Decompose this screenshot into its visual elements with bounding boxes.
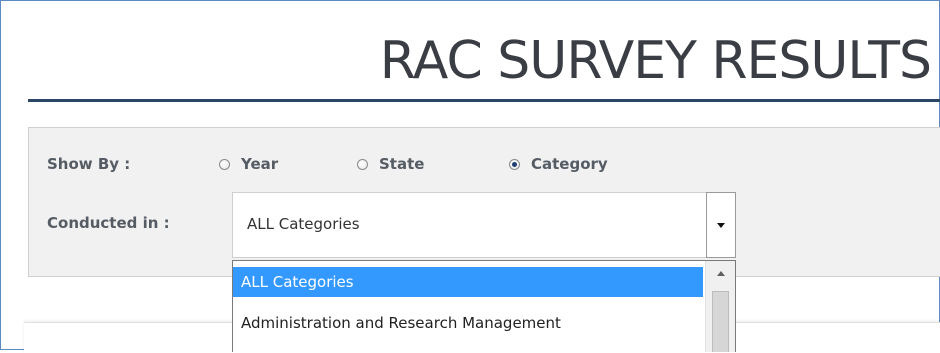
dropdown-scrollbar[interactable]	[705, 261, 735, 352]
scroll-up-button[interactable]	[706, 261, 735, 285]
conducted-in-selected-value: ALL Categories	[247, 215, 360, 233]
show-by-label: Show By :	[47, 155, 131, 173]
title-divider	[28, 99, 940, 102]
conducted-in-dropdown-button[interactable]	[706, 192, 736, 258]
radio-state[interactable]: State	[357, 153, 424, 175]
conducted-in-options-list[interactable]: ALL Categories Administration and Resear…	[232, 260, 736, 352]
conducted-in-select[interactable]: ALL Categories	[232, 192, 707, 258]
option-all-categories[interactable]: ALL Categories	[233, 267, 703, 297]
radio-year-label: Year	[241, 155, 279, 173]
option-administration-and-research-management[interactable]: Administration and Research Management	[233, 308, 703, 338]
radio-year-circle[interactable]	[219, 158, 230, 170]
page-title: RAC SURVEY RESULTS	[379, 31, 932, 91]
radio-state-circle[interactable]	[357, 158, 368, 170]
conducted-in-label: Conducted in :	[47, 214, 170, 232]
radio-state-label: State	[379, 155, 425, 173]
radio-category[interactable]: Category	[509, 153, 608, 175]
radio-category-circle[interactable]	[509, 158, 520, 170]
chevron-up-icon	[716, 270, 725, 276]
radio-category-label: Category	[531, 155, 608, 173]
radio-year[interactable]: Year	[219, 153, 278, 175]
chevron-down-icon	[717, 222, 725, 228]
scroll-thumb[interactable]	[712, 291, 729, 352]
